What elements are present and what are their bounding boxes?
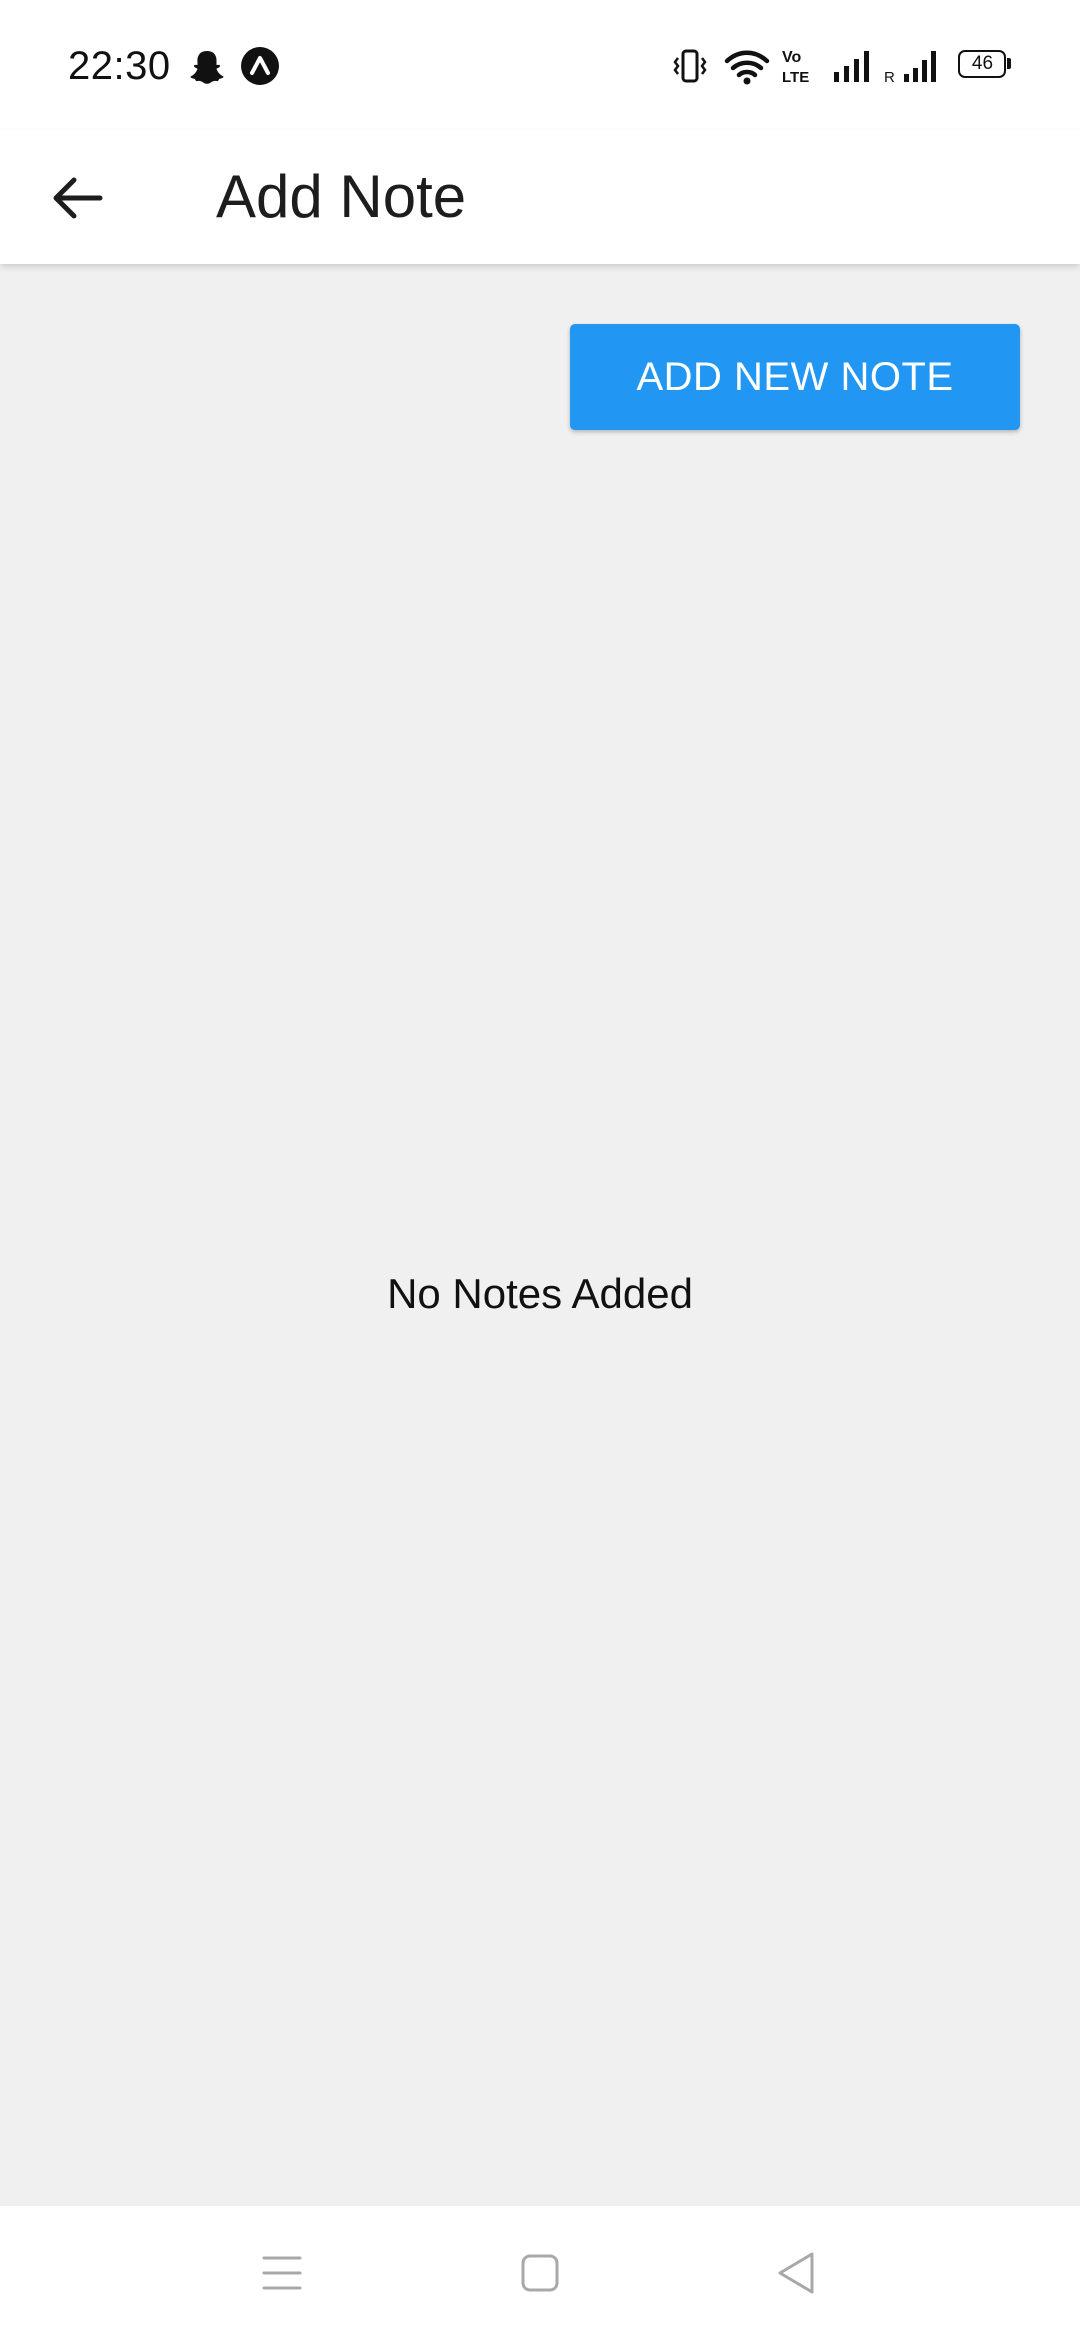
snapchat-icon <box>190 51 224 84</box>
home-button[interactable] <box>470 2206 610 2340</box>
status-bar: 22:30 Vo LTE R 46 <box>0 0 1080 130</box>
add-new-note-button[interactable]: ADD NEW NOTE <box>570 324 1020 430</box>
battery-level: 46 <box>971 53 994 74</box>
vibrate-icon <box>673 49 707 83</box>
notes-content: ADD NEW NOTE No Notes Added <box>0 264 1080 2206</box>
home-square-icon <box>521 2254 559 2292</box>
wifi-icon <box>724 50 770 85</box>
roaming-label: R <box>884 69 895 84</box>
empty-notes-message: No Notes Added <box>387 1270 693 1317</box>
page-title: Add Note <box>216 163 467 230</box>
recent-apps-button[interactable] <box>212 2206 352 2340</box>
battery-icon: 46 <box>958 50 1011 78</box>
back-nav-button[interactable] <box>726 2206 866 2340</box>
status-time: 22:30 <box>68 44 171 88</box>
navigation-bar <box>0 2206 1080 2340</box>
back-triangle-icon <box>778 2252 814 2294</box>
arrow-back-icon <box>53 177 103 219</box>
expo-icon <box>241 47 279 85</box>
signal-icon <box>834 51 869 82</box>
volte-label-top: Vo <box>782 49 801 66</box>
roaming-signal-icon: R <box>884 51 936 84</box>
volte-label-bottom: LTE <box>782 69 809 86</box>
back-button[interactable] <box>30 150 126 246</box>
volte-icon: Vo LTE <box>782 49 809 86</box>
app-bar: Add Note <box>0 130 1080 264</box>
menu-icon <box>262 2256 302 2290</box>
